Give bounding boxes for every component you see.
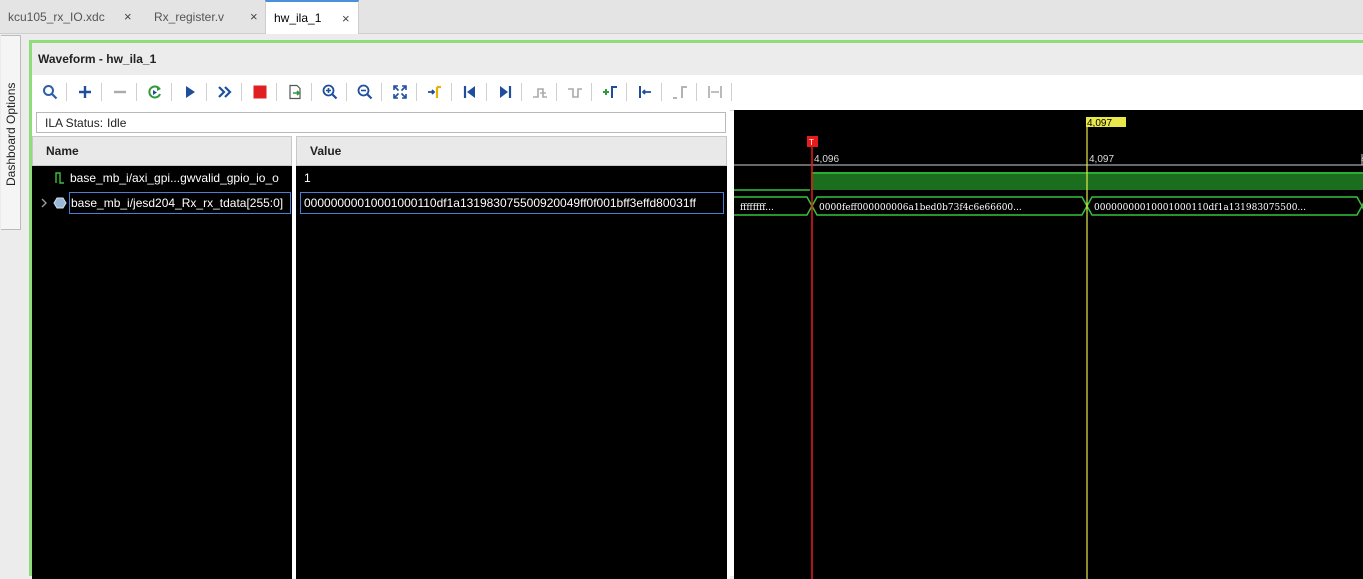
zoom-in-icon[interactable] xyxy=(318,80,342,104)
editor-tab-bar: kcu105_rx_IO.xdc × Rx_register.v × hw_il… xyxy=(0,0,1363,34)
export-icon[interactable] xyxy=(283,80,307,104)
ila-status-label: ILA Status: xyxy=(45,115,104,130)
tab-kcu105-rx-io-xdc[interactable]: kcu105_rx_IO.xdc × xyxy=(0,0,140,33)
close-icon[interactable]: × xyxy=(250,9,258,24)
dashboard-options-button[interactable]: Dashboard Options xyxy=(1,35,21,230)
go-to-cursor-icon[interactable] xyxy=(423,80,447,104)
go-to-end-icon[interactable] xyxy=(493,80,517,104)
signal-row[interactable]: base_mb_i/axi_gpi...gwvalid_gpio_io_o xyxy=(32,167,292,189)
go-to-start-icon[interactable] xyxy=(458,80,482,104)
add-marker-icon[interactable] xyxy=(598,80,622,104)
previous-transition-icon[interactable] xyxy=(528,80,552,104)
waveform-canvas[interactable]: 4,097 T 4,096 4,097 4 ffffffff... 0000f xyxy=(734,110,1363,579)
ila-status-bar: ILA Status: Idle xyxy=(36,112,726,133)
ila-status-value: Idle xyxy=(107,115,127,130)
bus-segment-value: 00000000010001000110df1a131983075500... xyxy=(1094,203,1306,213)
tab-hw-ila-1[interactable]: hw_ila_1 × xyxy=(265,0,359,34)
zoom-fit-icon[interactable] xyxy=(388,80,412,104)
signal-row-selected[interactable]: base_mb_i/jesd204_Rx_rx_tdata[255:0] xyxy=(69,192,291,214)
signal-value-selected[interactable]: 00000000010001000110df1a1319830755009200… xyxy=(300,192,724,214)
signal-panes: ILA Status: Idle Name Value base_mb_i/ax… xyxy=(32,110,730,579)
zoom-out-icon[interactable] xyxy=(353,80,377,104)
bus-segment-value: ffffffff... xyxy=(740,203,774,213)
cursor-value-label: 4,097 xyxy=(1087,118,1112,129)
swap-cursors-icon[interactable] xyxy=(703,80,727,104)
search-icon[interactable] xyxy=(38,80,62,104)
signal-name: base_mb_i/jesd204_Rx_rx_tdata[255:0] xyxy=(71,196,284,210)
tab-rx-register-v[interactable]: Rx_register.v × xyxy=(146,0,264,33)
bus-signal-icon xyxy=(53,197,67,212)
side-panel-strip: Dashboard Options xyxy=(0,33,22,233)
waveform-window: Waveform - hw_ila_1 ILA Status: Idle Nam… xyxy=(29,40,1363,579)
trigger-marker-label: T xyxy=(809,138,814,147)
tab-label: kcu105_rx_IO.xdc xyxy=(8,9,105,24)
value-column: 1 00000000010001000110df1a13198307550092… xyxy=(296,166,727,579)
stop-icon[interactable] xyxy=(248,80,272,104)
run-immediate-icon[interactable] xyxy=(213,80,237,104)
close-icon[interactable]: × xyxy=(124,9,132,24)
bus-segment-value: 0000feff000000006a1bed0b73f4c6e66600... xyxy=(819,203,1022,213)
name-column: base_mb_i/axi_gpi...gwvalid_gpio_io_o ba… xyxy=(32,166,292,579)
signal-value: 1 xyxy=(304,171,311,185)
time-tick-label: 4,096 xyxy=(814,154,839,165)
tab-label: hw_ila_1 xyxy=(274,11,322,25)
time-tick-label: 4,097 xyxy=(1089,154,1114,165)
bit-signal-icon xyxy=(54,171,66,188)
window-title: Waveform - hw_ila_1 xyxy=(32,43,1363,75)
name-column-header[interactable]: Name xyxy=(32,136,292,166)
remove-icon[interactable] xyxy=(108,80,132,104)
refresh-icon[interactable] xyxy=(143,80,167,104)
next-transition-icon[interactable] xyxy=(563,80,587,104)
signal-name: base_mb_i/axi_gpi...gwvalid_gpio_io_o xyxy=(70,171,279,185)
tab-label: Rx_register.v xyxy=(154,9,225,24)
next-marker-icon[interactable] xyxy=(668,80,692,104)
expand-chevron-icon[interactable] xyxy=(39,197,49,212)
previous-marker-icon[interactable] xyxy=(633,80,657,104)
value-column-header[interactable]: Value xyxy=(296,136,727,166)
waveform-svg[interactable]: 4,097 T 4,096 4,097 4 ffffffff... 0000f xyxy=(734,110,1363,579)
close-icon[interactable]: × xyxy=(342,11,350,26)
dashboard-options-label: Dashboard Options xyxy=(4,82,18,186)
run-trigger-icon[interactable] xyxy=(178,80,202,104)
waveform-toolbar xyxy=(32,75,1363,111)
add-icon[interactable] xyxy=(73,80,97,104)
